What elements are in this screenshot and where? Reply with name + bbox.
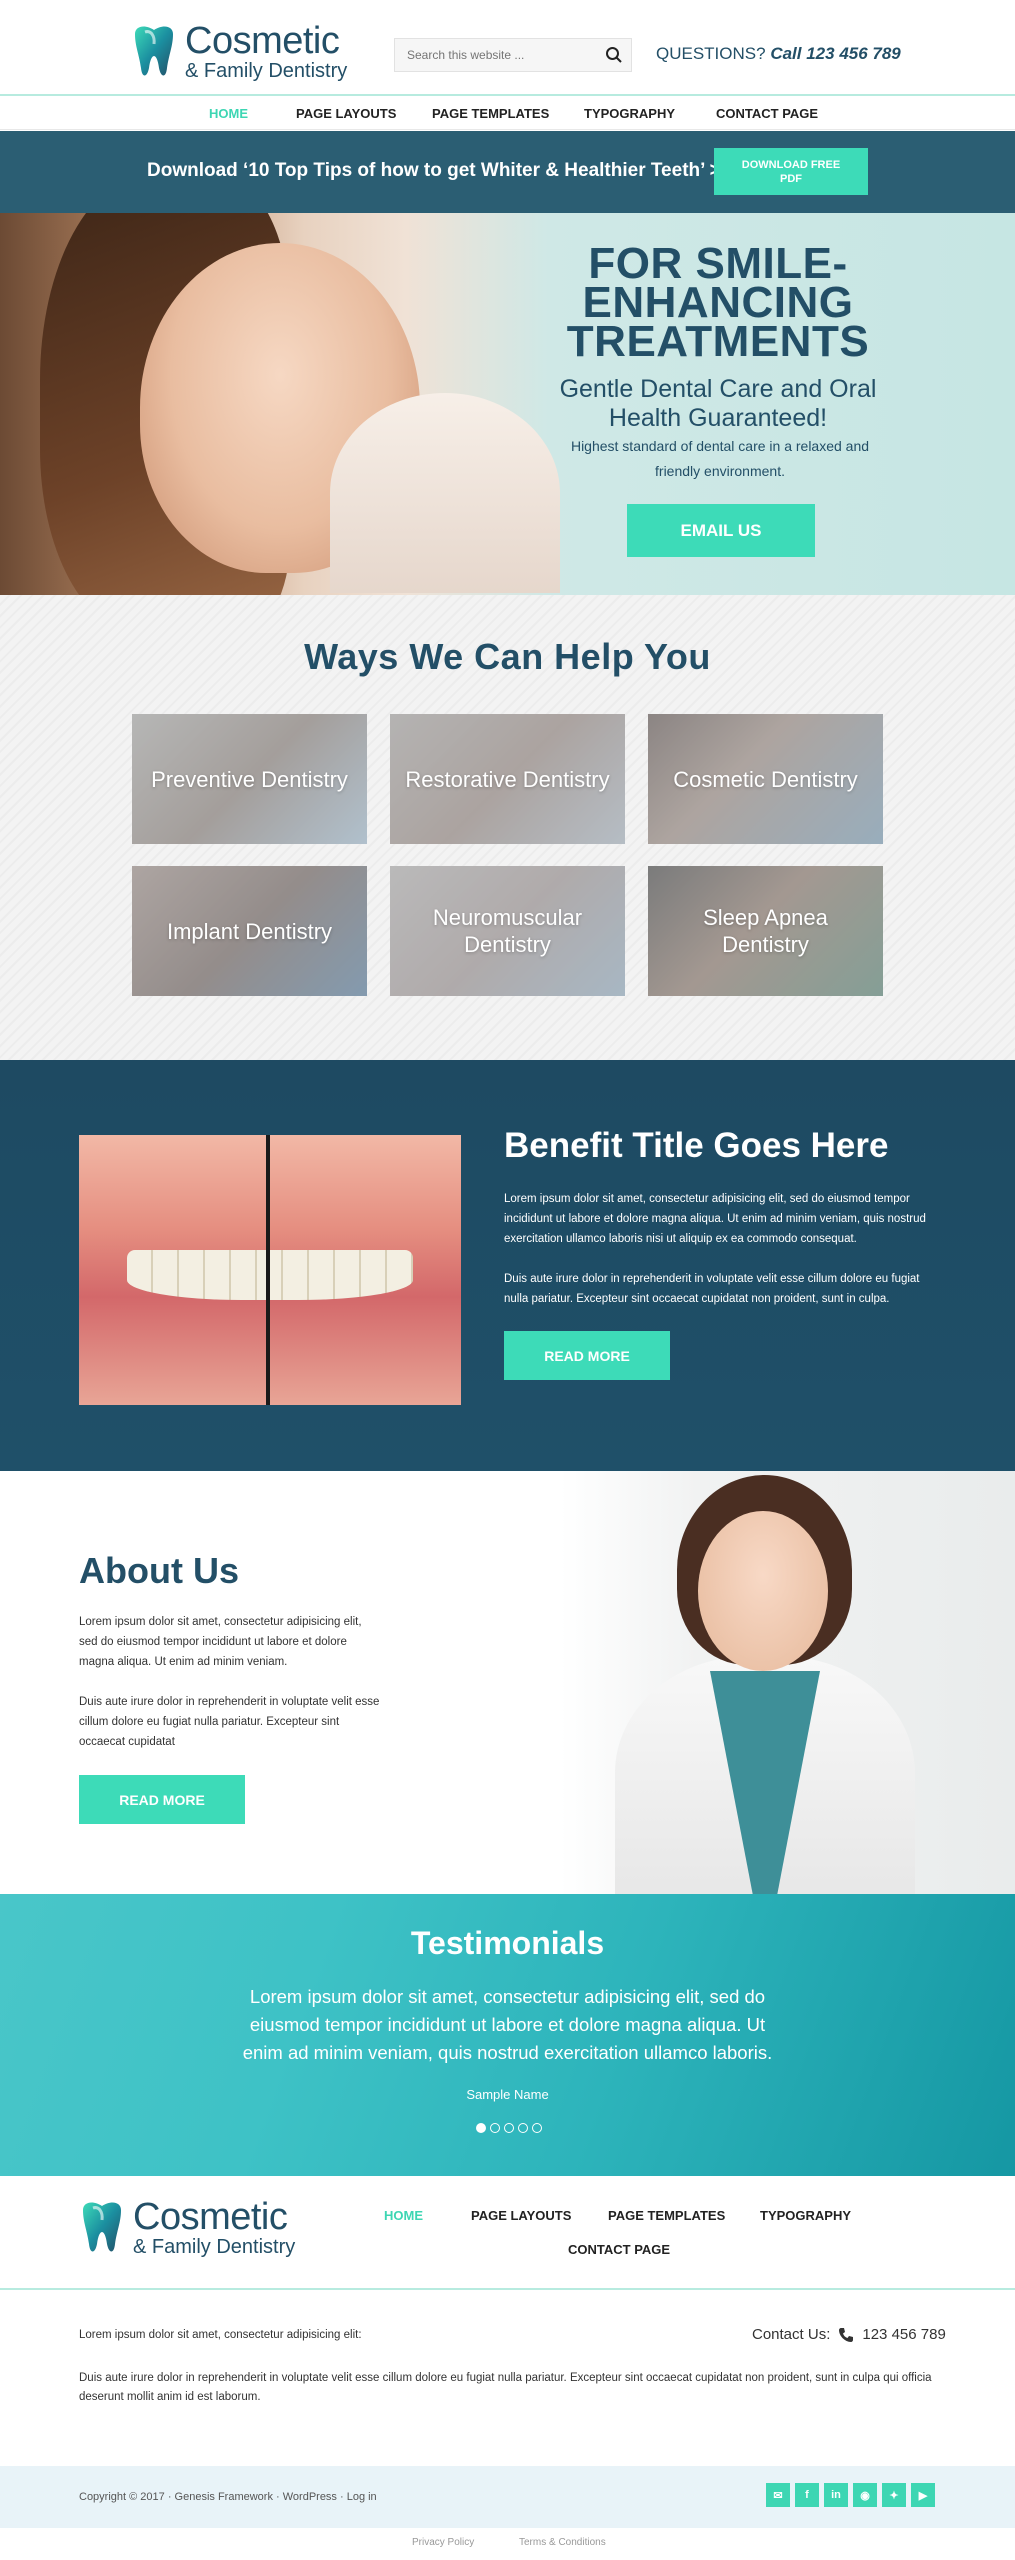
footer-tagline: Lorem ipsum dolor sit amet, consectetur … [79,2329,362,2341]
service-tile-neuromuscular[interactable]: Neuromuscular Dentistry [390,866,625,996]
nav-contact-page[interactable]: CONTACT PAGE [716,106,818,121]
search-icon[interactable] [605,46,623,64]
benefit-title: Benefit Title Goes Here [504,1126,889,1165]
benefit-paragraph-1: Lorem ipsum dolor sit amet, consectetur … [504,1193,926,1245]
footer-nav-home[interactable]: HOME [384,2208,423,2223]
slide-dot-2[interactable] [490,2123,500,2133]
footer-logo-title: Cosmetic [133,2196,288,2238]
service-tile-label: Sleep Apnea Dentistry [703,905,828,957]
slide-dot-3[interactable] [504,2123,514,2133]
tooth-logo-icon [135,26,173,75]
nav-typography[interactable]: TYPOGRAPHY [584,106,675,121]
before-after-divider [266,1135,270,1405]
site-logo[interactable]: Cosmetic & Family Dentistry [131,22,347,81]
hero-subtitle: Gentle Dental Care and Oral Health Guara… [559,375,877,432]
facebook-icon[interactable]: f [795,2483,819,2507]
service-tile-preventive[interactable]: Preventive Dentistry [132,714,367,844]
hero-image-shoulder [330,393,560,593]
questions-phone[interactable]: Call 123 456 789 [770,44,900,63]
about-read-more-button[interactable]: READ MORE [79,1775,245,1824]
benefit-read-more-button[interactable]: READ MORE [504,1331,670,1380]
youtube-icon[interactable]: ▶ [911,2483,935,2507]
testimonials-title: Testimonials [410,1925,605,1961]
slide-dot-1[interactable] [476,2123,486,2133]
phone-icon [839,2327,854,2342]
teeth-graphic [127,1250,413,1300]
service-tile-implant[interactable]: Implant Dentistry [132,866,367,996]
banner-text: Download ‘10 Top Tips of how to get Whit… [147,160,743,181]
testimonial-pagination [476,2123,542,2133]
footer-nav-contact-page[interactable]: CONTACT PAGE [568,2242,670,2257]
service-tile-sleep-apnea[interactable]: Sleep Apnea Dentistry [648,866,883,996]
testimonial-author: Sample Name [466,2087,549,2102]
service-tile-label: Preventive Dentistry [151,766,348,792]
contact-phone[interactable]: 123 456 789 [862,2326,945,2343]
search-input[interactable] [395,39,585,71]
tooth-logo-icon [83,2202,121,2251]
header-phone: QUESTIONS? Call 123 456 789 [656,44,901,64]
linkedin-icon[interactable]: in [824,2483,848,2507]
footer-logo-subtitle: & Family Dentistry [133,2236,296,2258]
download-pdf-button[interactable]: DOWNLOAD FREE PDF [714,148,868,195]
about-paragraph-2: Duis aute irure dolor in reprehenderit i… [79,1696,380,1748]
logo-subtitle: & Family Dentistry [185,60,348,82]
service-tile-label: Implant Dentistry [166,918,333,944]
service-tile-cosmetic[interactable]: Cosmetic Dentistry [648,714,883,844]
service-tile-restorative[interactable]: Restorative Dentistry [390,714,625,844]
nav-page-templates[interactable]: PAGE TEMPLATES [432,106,549,121]
benefit-paragraph-2: Duis aute irure dolor in reprehenderit i… [504,1273,920,1305]
dentist-photo [560,1471,1015,1894]
contact-label: Contact Us: [752,2326,831,2343]
footer-nav-page-layouts[interactable]: PAGE LAYOUTS [471,2208,571,2223]
service-tile-label: Restorative Dentistry [405,766,610,792]
dentist-face [698,1511,828,1671]
teeth-before-after-image [79,1135,461,1405]
footer-contact: Contact Us: 123 456 789 [752,2326,946,2343]
email-icon[interactable]: ✉ [766,2483,790,2507]
service-tile-label: Cosmetic Dentistry [673,766,858,792]
site-header: Cosmetic & Family Dentistry QUESTIONS? C… [0,0,1015,94]
service-tile-label: Neuromuscular Dentistry [432,905,583,957]
terms-link[interactable]: Terms & Conditions [519,2537,606,2548]
about-paragraph-1: Lorem ipsum dolor sit amet, consectetur … [79,1616,362,1668]
hero-title: FOR SMILE-ENHANCING TREATMENTS [566,239,870,366]
privacy-policy-link[interactable]: Privacy Policy [412,2537,474,2548]
slide-dot-4[interactable] [518,2123,528,2133]
nav-page-layouts[interactable]: PAGE LAYOUTS [296,106,396,121]
email-us-button[interactable]: EMAIL US [627,504,815,557]
logo-title: Cosmetic [185,20,340,62]
copyright-text: Copyright © 2017 · Genesis Framework · W… [79,2491,377,2503]
rss-icon[interactable]: ◉ [853,2483,877,2507]
questions-label: QUESTIONS? [656,44,766,63]
nav-home[interactable]: HOME [209,106,248,121]
main-nav: HOME PAGE LAYOUTS PAGE TEMPLATES TYPOGRA… [0,94,1015,130]
footer-nav-page-templates[interactable]: PAGE TEMPLATES [608,2208,725,2223]
twitter-icon[interactable]: ✦ [882,2483,906,2507]
services-title: Ways We Can Help You [304,636,711,677]
footer-logo[interactable]: Cosmetic & Family Dentistry [79,2198,295,2257]
testimonial-quote: Lorem ipsum dolor sit amet, consectetur … [242,1986,773,2063]
footer-body-text: Duis aute irure dolor in reprehenderit i… [79,2372,932,2403]
about-title: About Us [79,1550,239,1591]
hero-description: Highest standard of dental care in a rel… [570,438,870,479]
search-box [394,38,632,72]
slide-dot-5[interactable] [532,2123,542,2133]
social-links: ✉ f in ◉ ✦ ▶ [766,2483,935,2507]
footer-nav-typography[interactable]: TYPOGRAPHY [760,2208,851,2223]
